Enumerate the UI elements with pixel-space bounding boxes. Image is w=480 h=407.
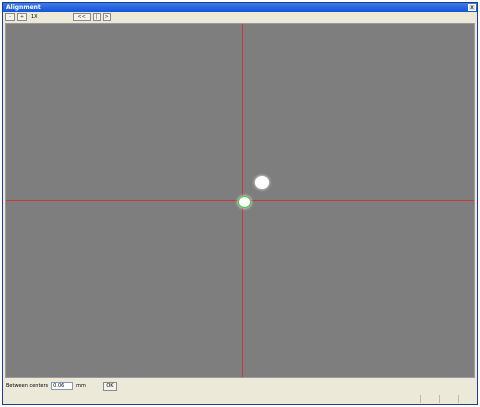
between-centers-field[interactable]: 0.06 (51, 382, 74, 390)
status-bar: Between centers 0.06 mm OK (3, 380, 477, 392)
window-title: Alignment (6, 4, 41, 11)
title-bar[interactable]: Alignment x (3, 3, 477, 12)
nav-button-middle[interactable]: | (92, 13, 101, 21)
toolbar: - + 1X << | > (3, 12, 477, 22)
zoom-in-button[interactable]: + (17, 13, 27, 21)
ok-button[interactable]: OK (102, 381, 117, 391)
zoom-out-button[interactable]: - (5, 13, 15, 21)
zoom-level-label: 1X (31, 14, 38, 20)
nav-button-first[interactable]: << (72, 13, 91, 21)
nav-button-next[interactable]: > (102, 13, 111, 21)
status-segment (458, 394, 477, 403)
status-segment (439, 394, 458, 403)
between-centers-label: Between centers (6, 383, 49, 389)
status-segment (420, 394, 439, 403)
unit-label: mm (76, 383, 86, 389)
alignment-window: Alignment x - + 1X << | > Between center… (2, 2, 478, 405)
light-spot-offset (255, 176, 269, 189)
light-spot-target (238, 196, 251, 208)
window-status-strip (3, 393, 477, 404)
camera-viewport[interactable] (5, 23, 475, 378)
close-button[interactable]: x (468, 4, 476, 11)
